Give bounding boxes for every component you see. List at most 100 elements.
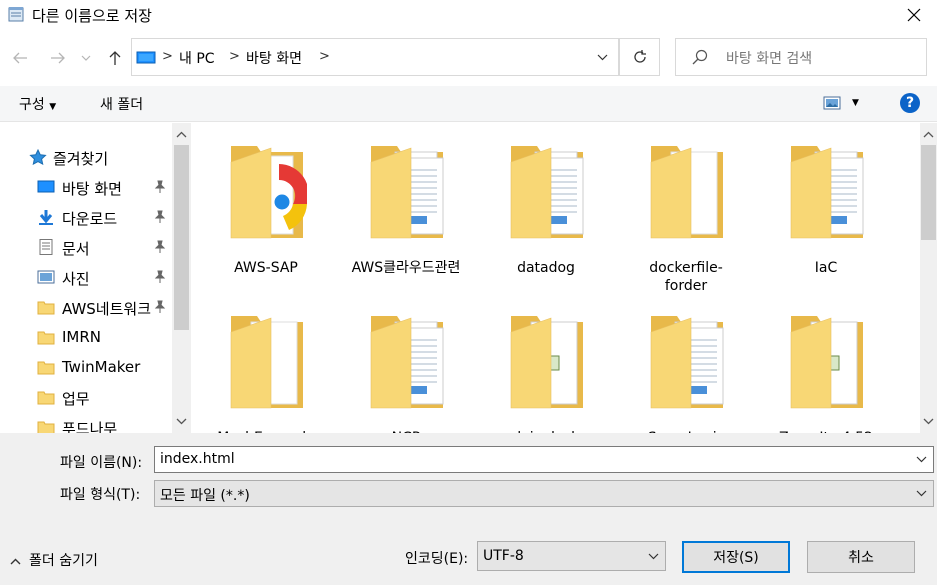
pin-icon[interactable] xyxy=(153,240,167,254)
folder-item[interactable]: NCP xyxy=(351,298,461,433)
sidebar-item-favorites[interactable]: 즐겨찾기 xyxy=(0,143,172,173)
scroll-down-icon[interactable] xyxy=(176,416,187,427)
sidebar-item-label: IMRN xyxy=(62,328,102,346)
caret-down-icon: ▼ xyxy=(49,102,57,112)
filetype-label: 파일 형식(T): xyxy=(60,487,141,503)
folder-item[interactable]: dockerfile-forder xyxy=(631,128,741,294)
folder-item[interactable]: IaC xyxy=(771,128,881,288)
pin-icon[interactable] xyxy=(153,210,167,224)
new-folder-button[interactable]: 새 폴더 xyxy=(100,94,143,114)
scroll-up-icon[interactable] xyxy=(176,129,187,140)
command-bar: 구성 ▼ 새 폴더 ▼ ? xyxy=(0,86,937,122)
hide-folders-button[interactable]: 폴더 숨기기 xyxy=(10,550,98,570)
search-icon xyxy=(692,49,708,65)
navigation-pane: 즐겨찾기 바탕 화면 다운로드 문서 사진 AWS네트워크 IMRN TwinM… xyxy=(0,123,191,433)
view-mode-icon[interactable] xyxy=(823,96,841,110)
filetype-select[interactable]: 모든 파일 (*.*) xyxy=(154,480,934,507)
folder-label: dockerfile-forder xyxy=(649,260,723,294)
search-box[interactable]: 바탕 화면 검색 xyxy=(675,38,927,76)
sidebar-item-aws-network[interactable]: AWS네트워크 xyxy=(0,293,172,323)
folder-item[interactable]: MeshExample xyxy=(211,298,321,433)
refresh-button[interactable] xyxy=(620,38,660,76)
download-icon xyxy=(39,210,53,225)
folder-icon xyxy=(370,316,444,409)
folder-icon xyxy=(790,146,864,239)
window-title: 다른 이름으로 저장 xyxy=(32,7,152,25)
folder-item[interactable]: ZoomIt v4.52 xyxy=(771,298,881,433)
sidebar-scrollbar[interactable] xyxy=(172,123,191,433)
organize-button[interactable]: 구성 ▼ xyxy=(19,94,56,114)
close-button[interactable] xyxy=(891,0,937,30)
folder-label: datadog xyxy=(517,260,575,276)
folder-icon xyxy=(510,316,583,409)
encoding-label: 인코딩(E): xyxy=(405,551,469,567)
address-dropdown-button[interactable] xyxy=(586,38,620,76)
folder-icon xyxy=(370,146,444,239)
folder-item[interactable]: AWS클라우드관련 xyxy=(351,128,461,288)
folder-icon xyxy=(230,316,303,409)
arrow-right-icon xyxy=(51,52,65,64)
breadcrumb-this-pc[interactable]: 내 PC xyxy=(179,48,215,68)
pin-icon[interactable] xyxy=(153,180,167,194)
recent-locations-button[interactable] xyxy=(78,46,94,70)
folder-icon xyxy=(230,146,307,239)
encoding-select[interactable]: UTF-8 xyxy=(477,541,666,571)
sidebar-item-documents[interactable]: 문서 xyxy=(0,233,172,263)
folder-icon xyxy=(37,421,55,433)
arrow-left-icon xyxy=(13,52,27,64)
folder-label: AWS-SAP xyxy=(234,260,298,276)
file-list-scrollbar[interactable] xyxy=(920,123,937,433)
sidebar-item-desktop[interactable]: 바탕 화면 xyxy=(0,173,172,203)
sidebar-item-twinmaker[interactable]: TwinMaker xyxy=(0,353,172,383)
chevron-down-icon[interactable] xyxy=(916,456,927,463)
sidebar-item-imrn[interactable]: IMRN xyxy=(0,323,172,353)
filename-label: 파일 이름(N): xyxy=(60,455,143,471)
chevron-down-icon xyxy=(648,553,659,560)
folder-icon xyxy=(37,331,55,345)
sidebar-item-label: 다운로드 xyxy=(62,210,118,228)
sidebar-item-foodnamoo[interactable]: 푸드나무 xyxy=(0,413,172,433)
save-options-panel: 파일 이름(N): index.html 파일 형식(T): 모든 파일 (*.… xyxy=(0,433,937,585)
sidebar-item-label: TwinMaker xyxy=(62,358,141,376)
view-dropdown-icon[interactable]: ▼ xyxy=(852,98,859,108)
file-list-scroll-thumb[interactable] xyxy=(921,145,936,240)
encoding-value: UTF-8 xyxy=(483,548,524,564)
folder-item[interactable]: nodejs-docker-a xyxy=(491,298,601,433)
pin-icon[interactable] xyxy=(153,270,167,284)
back-button[interactable] xyxy=(8,46,32,70)
navigation-bar: > 내 PC > 바탕 화면 > 바탕 화면 검색 xyxy=(0,36,937,78)
pin-icon[interactable] xyxy=(153,300,167,314)
up-button[interactable] xyxy=(103,46,127,70)
forward-button[interactable] xyxy=(46,46,70,70)
folder-icon xyxy=(37,391,55,405)
folder-item[interactable]: SumoLogic xyxy=(631,298,741,433)
address-bar[interactable]: > 내 PC > 바탕 화면 > xyxy=(131,38,619,76)
sidebar-item-downloads[interactable]: 다운로드 xyxy=(0,203,172,233)
folder-item[interactable]: AWS-SAP xyxy=(211,128,321,288)
help-button[interactable]: ? xyxy=(900,93,920,113)
sidebar-item-pictures[interactable]: 사진 xyxy=(0,263,172,293)
save-button[interactable]: 저장(S) xyxy=(682,541,790,573)
sidebar-scroll-thumb[interactable] xyxy=(174,145,189,330)
search-input[interactable]: 바탕 화면 검색 xyxy=(726,48,812,68)
scroll-up-icon[interactable] xyxy=(923,129,934,140)
hide-folders-label: 폴더 숨기기 xyxy=(29,553,98,569)
folder-item[interactable]: datadog xyxy=(491,128,601,288)
chevron-right-icon: > xyxy=(162,49,173,64)
breadcrumb-desktop[interactable]: 바탕 화면 xyxy=(246,48,302,68)
folder-icon xyxy=(650,316,724,409)
sidebar-item-work[interactable]: 업무 xyxy=(0,383,172,413)
filename-input[interactable]: index.html xyxy=(160,451,235,467)
refresh-icon xyxy=(633,50,646,63)
folder-icon xyxy=(510,146,584,239)
scroll-down-icon[interactable] xyxy=(923,416,934,427)
organize-label: 구성 xyxy=(19,97,45,113)
cancel-button[interactable]: 취소 xyxy=(807,541,915,573)
filename-field[interactable]: index.html xyxy=(154,446,934,473)
folder-icon xyxy=(37,361,55,375)
chevron-up-icon xyxy=(10,558,21,565)
sidebar-item-label: 바탕 화면 xyxy=(62,180,122,198)
chevron-right-icon: > xyxy=(319,49,330,64)
folder-icon xyxy=(37,301,55,315)
chevron-down-icon xyxy=(916,490,927,497)
